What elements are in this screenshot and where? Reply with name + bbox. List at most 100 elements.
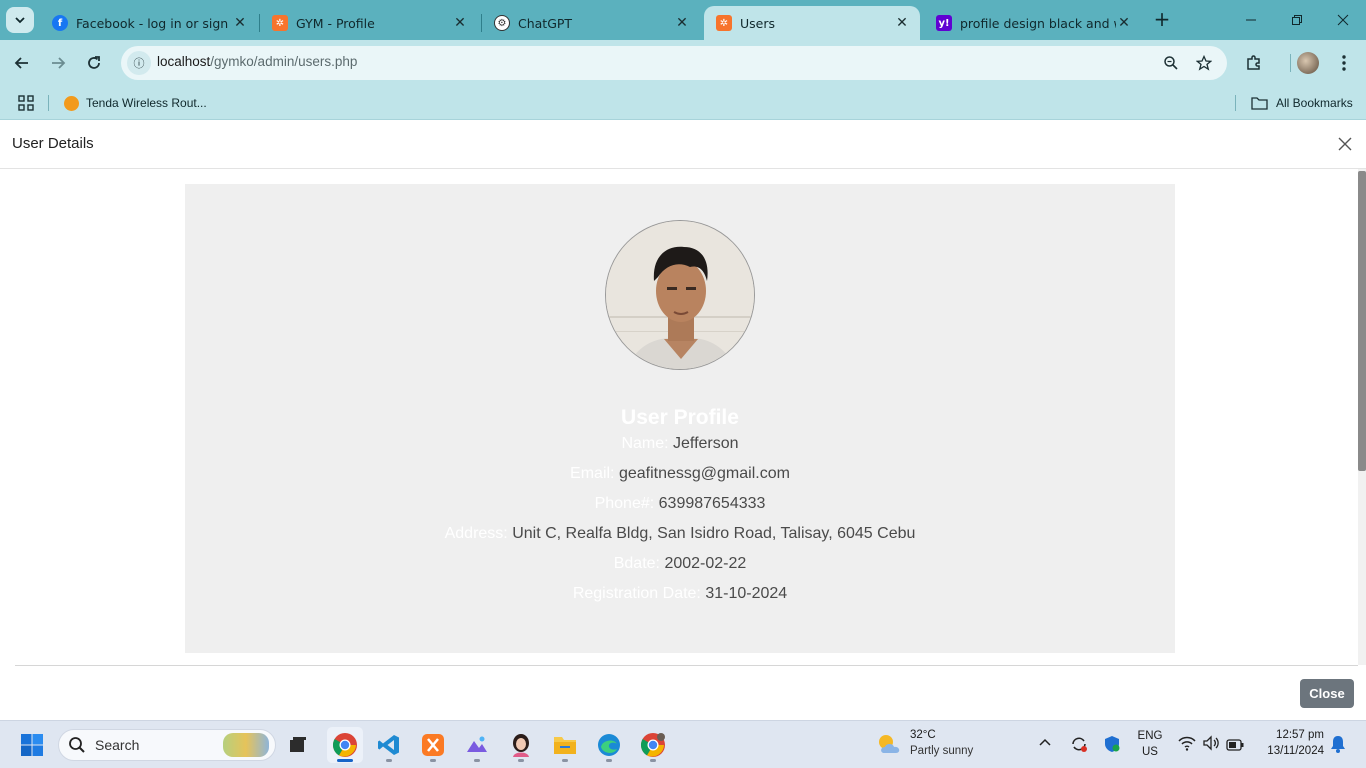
- taskbar-avatar-app[interactable]: [503, 727, 539, 763]
- zoom-icon[interactable]: [1161, 53, 1181, 73]
- battery-icon[interactable]: [1226, 736, 1246, 754]
- taskbar-photos[interactable]: [459, 727, 495, 763]
- restore-button[interactable]: [1274, 0, 1320, 40]
- minimize-icon: [1246, 19, 1256, 21]
- bookmark-star-icon[interactable]: [1194, 53, 1214, 73]
- running-indicator: [518, 759, 524, 762]
- start-button[interactable]: [14, 727, 50, 763]
- taskbar-task-view[interactable]: [280, 727, 316, 763]
- detail-value: 31-10-2024: [705, 585, 788, 602]
- new-tab-button[interactable]: +: [1151, 9, 1173, 31]
- active-indicator: [337, 759, 353, 762]
- volume-icon[interactable]: [1202, 735, 1222, 755]
- clock-date: 13/11/2024: [1267, 745, 1324, 757]
- tab-yahoo[interactable]: y! profile design black and whi ✕: [924, 6, 1142, 40]
- tab-search-button[interactable]: [6, 7, 34, 33]
- network-icon[interactable]: [1178, 735, 1198, 755]
- close-tab-icon[interactable]: ✕: [674, 15, 690, 31]
- scrollbar-thumb[interactable]: [1358, 171, 1366, 471]
- modal-footer: Close: [0, 665, 1366, 720]
- taskbar-xampp[interactable]: [415, 727, 451, 763]
- browser-menu-button[interactable]: [1331, 50, 1357, 76]
- bookmark-label: Tenda Wireless Rout...: [86, 96, 207, 110]
- back-button[interactable]: [9, 50, 35, 76]
- tab-facebook[interactable]: f Facebook - log in or sign up ✕: [40, 6, 258, 40]
- page-scrollbar[interactable]: [1358, 169, 1366, 665]
- taskbar-edge[interactable]: [591, 727, 627, 763]
- xampp-icon: ✲: [272, 15, 288, 31]
- task-view-icon: [290, 737, 306, 752]
- url-path: /gymko/admin/users.php: [210, 54, 358, 69]
- profile-avatar-button[interactable]: [1295, 50, 1321, 76]
- tab-users[interactable]: ✲ Users ✕: [704, 6, 920, 40]
- language-indicator[interactable]: ENG US: [1130, 729, 1170, 761]
- bookmarks-bar: Tenda Wireless Rout... All Bookmarks: [0, 86, 1366, 120]
- modal-close-icon[interactable]: [1334, 133, 1356, 155]
- search-highlight-image: [223, 733, 269, 757]
- search-placeholder: Search: [95, 737, 140, 753]
- bookmark-divider: [1235, 95, 1236, 111]
- profile-heading: User Profile: [621, 406, 739, 429]
- arrow-right-icon: [52, 57, 66, 69]
- detail-value: 639987654333: [658, 495, 766, 512]
- vscode-icon: [378, 735, 399, 755]
- show-hidden-icons-button[interactable]: [1038, 735, 1056, 753]
- reload-icon: [88, 56, 100, 69]
- close-window-button[interactable]: [1320, 0, 1366, 40]
- detail-label: Email:: [570, 465, 615, 482]
- close-icon: [1337, 14, 1349, 26]
- detail-label: Bdate:: [613, 555, 660, 572]
- close-tab-icon[interactable]: ✕: [232, 15, 248, 31]
- modal-title: User Details: [12, 135, 94, 152]
- detail-value: Jefferson: [673, 435, 739, 452]
- minimize-button[interactable]: [1228, 0, 1274, 40]
- all-bookmarks-button[interactable]: All Bookmarks: [1251, 92, 1353, 114]
- avatar-app-icon: [513, 734, 529, 757]
- chatgpt-icon: ⚙: [494, 15, 510, 31]
- apps-button[interactable]: [18, 92, 34, 114]
- clock[interactable]: 12:57 pm 13/11/2024: [1256, 727, 1328, 763]
- arrow-left-icon: [14, 57, 28, 69]
- detail-name: Name: Jefferson: [185, 435, 1175, 453]
- profile-card: User Profile Name: Jefferson Email: geaf…: [185, 184, 1175, 653]
- close-button[interactable]: Close: [1300, 679, 1354, 708]
- folder-icon: [1251, 97, 1268, 110]
- detail-address: Address: Unit C, Realfa Bldg, San Isidro…: [185, 525, 1175, 543]
- language-code: ENG: [1137, 730, 1163, 742]
- browser-toolbar: ⓘ localhost/gymko/admin/users.php: [0, 40, 1366, 86]
- more-vertical-icon: [1342, 55, 1346, 71]
- close-tab-icon[interactable]: ✕: [894, 15, 910, 31]
- reload-button[interactable]: [81, 50, 107, 76]
- chrome-icon: [332, 733, 357, 757]
- taskbar-search[interactable]: Search: [58, 729, 276, 761]
- close-tab-icon[interactable]: ✕: [1116, 15, 1132, 31]
- profile-photo: [605, 220, 755, 370]
- tab-title: Facebook - log in or sign up: [76, 15, 232, 31]
- url-host: localhost: [157, 54, 211, 69]
- notifications-icon[interactable]: [1330, 735, 1348, 755]
- tab-gym-profile[interactable]: ✲ GYM - Profile ✕: [260, 6, 478, 40]
- taskbar-vscode[interactable]: [371, 727, 407, 763]
- restore-icon: [1292, 15, 1302, 25]
- security-icon[interactable]: [1103, 735, 1123, 755]
- taskbar-chrome[interactable]: [327, 727, 363, 763]
- facebook-icon: f: [52, 15, 68, 31]
- detail-value: Unit C, Realfa Bldg, San Isidro Road, Ta…: [512, 525, 916, 542]
- weather-widget[interactable]: 32°C Partly sunny: [876, 727, 986, 763]
- tab-chatgpt[interactable]: ⚙ ChatGPT ✕: [482, 6, 700, 40]
- chevron-down-icon: [15, 17, 25, 24]
- detail-label: Registration Date:: [572, 585, 701, 602]
- photos-icon: [467, 736, 487, 752]
- extensions-button[interactable]: [1241, 50, 1267, 76]
- forward-button[interactable]: [45, 50, 71, 76]
- modal-header: User Details: [0, 121, 1366, 169]
- folder-icon: [554, 737, 576, 754]
- sync-icon[interactable]: [1070, 735, 1090, 755]
- site-info-icon[interactable]: ⓘ: [127, 51, 151, 75]
- tenda-icon: [64, 95, 79, 111]
- close-tab-icon[interactable]: ✕: [452, 15, 468, 31]
- bookmark-tenda[interactable]: Tenda Wireless Rout...: [64, 92, 207, 114]
- address-bar[interactable]: ⓘ localhost/gymko/admin/users.php: [121, 46, 1227, 80]
- taskbar-chrome-profile[interactable]: [635, 727, 671, 763]
- taskbar-file-explorer[interactable]: [547, 727, 583, 763]
